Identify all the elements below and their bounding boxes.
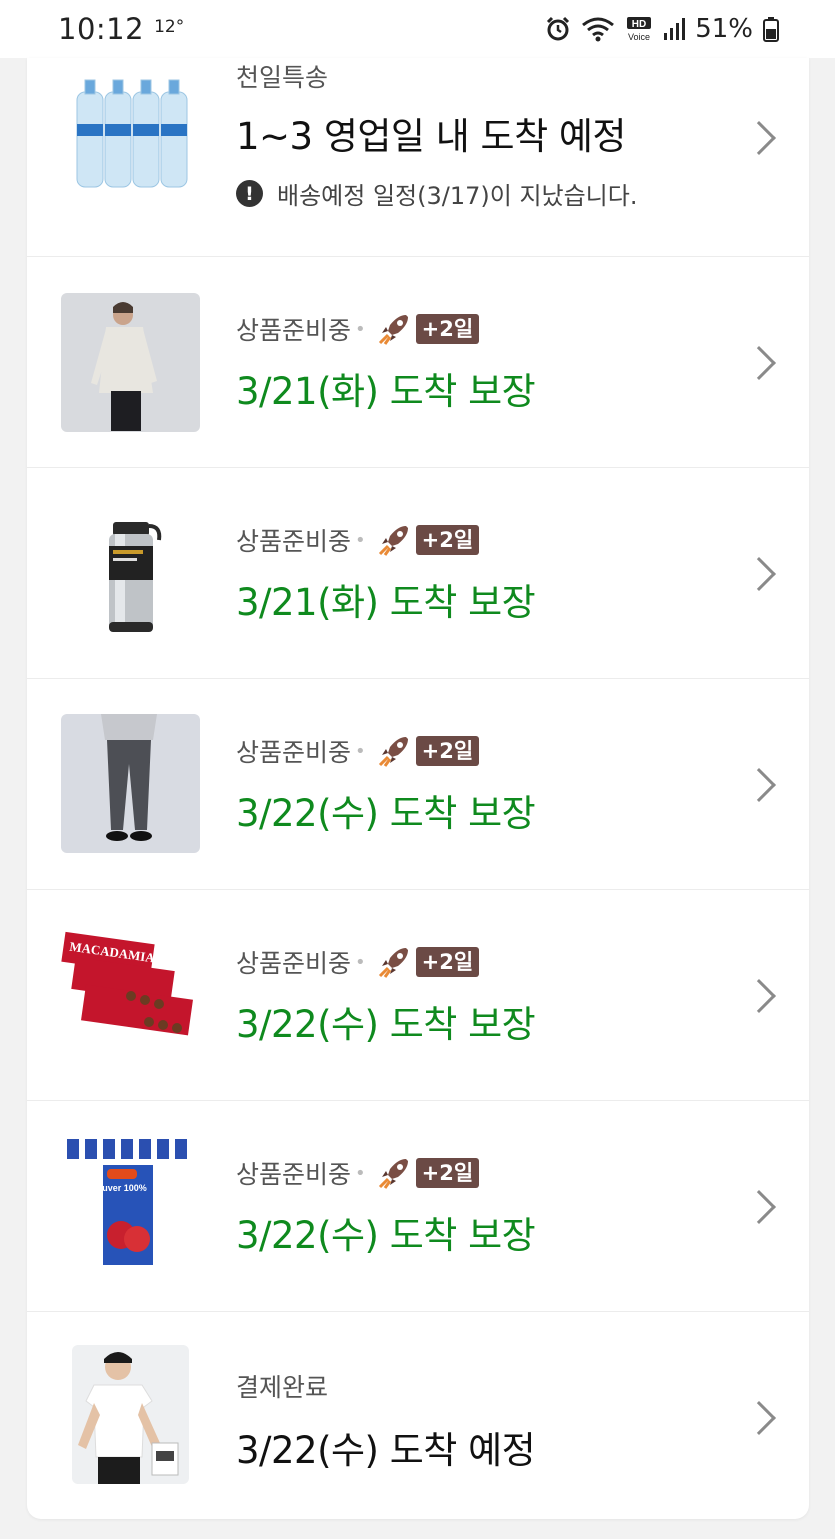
separator-dot: • [355, 318, 366, 340]
rocket-icon [378, 1159, 408, 1189]
chevron-right-icon[interactable] [742, 768, 776, 802]
order-status-label: 상품준비중 [236, 738, 352, 767]
wifi-icon [582, 17, 615, 42]
order-info: 결제완료 3/22(수) 도착 예정 [236, 1368, 536, 1474]
order-info: 상품준비중 • +2일 3/21(화) 도착 보장 [236, 522, 536, 626]
chevron-right-icon[interactable] [742, 557, 776, 591]
extra-days-badge: +2일 [415, 314, 480, 344]
hd-voice-icon: HD Voice [627, 17, 652, 42]
extra-days-badge: +2일 [415, 525, 480, 555]
svg-text:HD: HD [632, 19, 646, 30]
order-status-row: 상품준비중 • +2일 [236, 311, 535, 347]
order-info: 천일특송 1~3 영업일 내 도착 예정 ! 배송예정 일정(3/17)이 지났… [236, 58, 637, 211]
exclamation-icon: ! [236, 180, 263, 207]
delay-warning-text: 배송예정 일정(3/17)이 지났습니다. [277, 182, 638, 210]
order-status-label: 상품준비중 [236, 949, 352, 978]
arrival-text: 3/22(수) 도착 보장 [236, 1214, 536, 1257]
product-image-water-bottles [67, 62, 197, 192]
product-image-pants-model [61, 714, 200, 853]
arrival-text: 1~3 영업일 내 도착 예정 [236, 115, 626, 158]
order-info: 상품준비중 • +2일 3/22(수) 도착 보장 [236, 944, 536, 1048]
status-bar: 10:12 12° HD Voice 51% [0, 0, 835, 58]
svg-text:Voice: Voice [628, 32, 650, 42]
separator-dot: • [355, 740, 366, 762]
status-icons: HD Voice 51% [545, 14, 779, 44]
order-info: 상품준비중 • +2일 3/22(수) 도착 보장 [236, 1155, 536, 1259]
order-row[interactable]: 천일특송 1~3 영업일 내 도착 예정 ! 배송예정 일정(3/17)이 지났… [27, 58, 809, 257]
order-info: 상품준비중 • +2일 3/22(수) 도착 보장 [236, 733, 536, 837]
battery-percentage: 51% [695, 14, 753, 44]
arrival-text: 3/21(화) 도착 보장 [236, 370, 536, 413]
separator-dot: • [355, 529, 366, 551]
order-status-label: 상품준비중 [236, 527, 352, 556]
product-image-macadamia-chocolate: MACADAMIA [61, 926, 200, 1065]
signal-icon [664, 18, 686, 40]
chevron-right-icon[interactable] [742, 121, 776, 155]
alarm-icon [547, 16, 570, 41]
order-row[interactable]: 상품준비중 • +2일 3/22(수) 도착 보장 [27, 679, 809, 890]
rocket-icon [378, 315, 408, 345]
order-list-card: 천일특송 1~3 영업일 내 도착 예정 ! 배송예정 일정(3/17)이 지났… [27, 58, 809, 1519]
delay-warning: ! 배송예정 일정(3/17)이 지났습니다. [236, 176, 637, 211]
arrival-text: 3/21(화) 도착 보장 [236, 581, 536, 624]
order-row[interactable]: 결제완료 3/22(수) 도착 예정 [27, 1312, 809, 1519]
chevron-right-icon[interactable] [742, 1401, 776, 1435]
status-time: 10:12 [58, 12, 145, 46]
chevron-right-icon[interactable] [742, 979, 776, 1013]
chevron-right-icon[interactable] [742, 346, 776, 380]
battery-icon [763, 17, 779, 42]
order-status-label: 상품준비중 [236, 316, 352, 345]
order-status-row: 상품준비중 • +2일 [236, 733, 535, 769]
arrival-text: 3/22(수) 도착 보장 [236, 1003, 536, 1046]
status-temperature: 12° [154, 17, 185, 37]
arrival-text: 3/22(수) 도착 보장 [236, 792, 536, 835]
rocket-icon [378, 948, 408, 978]
product-image-apple-juice: Juver 100% [61, 1137, 200, 1276]
order-info: 상품준비중 • +2일 3/21(화) 도착 보장 [236, 311, 536, 415]
product-image-shirt-model [61, 293, 200, 432]
rocket-icon [378, 526, 408, 556]
order-row[interactable]: Juver 100% 상품준비중 • +2일 3/22(수) 도착 보장 [27, 1101, 809, 1312]
product-image-thermos [61, 504, 200, 643]
order-status-row: 상품준비중 • +2일 [236, 522, 535, 558]
order-status-label: 천일특송 [236, 63, 329, 92]
extra-days-badge: +2일 [415, 736, 480, 766]
order-row[interactable]: MACADAMIA 상품준비중 • +2일 3/22(수) 도착 보장 [27, 890, 809, 1101]
extra-days-badge: +2일 [415, 947, 480, 977]
arrival-text: 3/22(수) 도착 예정 [236, 1429, 536, 1472]
separator-dot: • [355, 951, 366, 973]
order-status-label: 상품준비중 [236, 1160, 352, 1189]
extra-days-badge: +2일 [415, 1158, 480, 1188]
rocket-icon [378, 737, 408, 767]
juice-carton-label: Juver 100% [97, 1183, 147, 1193]
order-status-label: 결제완료 [236, 1373, 329, 1402]
order-row[interactable]: 상품준비중 • +2일 3/21(화) 도착 보장 [27, 257, 809, 468]
order-status-row: 상품준비중 • +2일 [236, 944, 535, 980]
order-row[interactable]: 상품준비중 • +2일 3/21(화) 도착 보장 [27, 468, 809, 679]
separator-dot: • [355, 1162, 366, 1184]
order-status-row: 상품준비중 • +2일 [236, 1155, 535, 1191]
chevron-right-icon[interactable] [742, 1190, 776, 1224]
product-image-tshirt-model [72, 1345, 189, 1484]
